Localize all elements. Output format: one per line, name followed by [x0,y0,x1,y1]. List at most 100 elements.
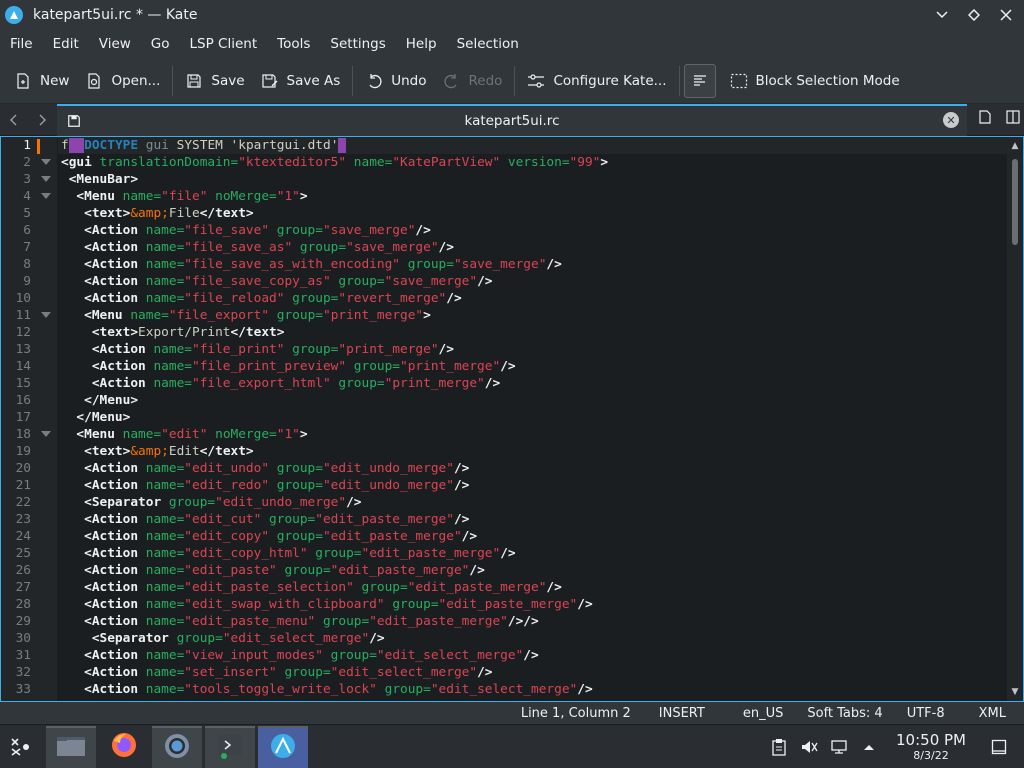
code-line[interactable]: 33 <Action name="tools_toggle_write_lock… [1,681,1007,698]
fold-arrow-icon[interactable] [41,176,51,182]
code-token: name= [346,155,393,170]
code-token: <Action [61,648,139,663]
digital-clock[interactable]: 10:50 PM 8/3/22 [896,732,966,763]
line-text: <Action name="file_save_copy_as" group="… [61,273,492,290]
code-line[interactable]: 16 </Menu> [1,392,1007,409]
new-button[interactable]: New [6,64,77,98]
code-token: "edit_copy" [184,529,270,544]
code-line[interactable]: 20 <Action name="edit_undo" group="edit_… [1,460,1007,477]
menu-selection[interactable]: Selection [447,30,529,58]
text-editor[interactable]: 1 f DOCTYPE gui SYSTEM 'kpartgui.dtd' 2 <g… [0,136,1024,702]
show-desktop-icon[interactable] [988,736,1010,758]
code-line[interactable]: 31 <Action name="view_input_modes" group… [1,647,1007,664]
taskbar-firefox[interactable] [99,726,149,768]
split-view-icon[interactable] [1006,110,1020,128]
code-line[interactable]: 8 <Action name="file_save_as_with_encodi… [1,256,1007,273]
scrollbar-thumb[interactable] [1012,159,1018,245]
code-line[interactable]: 23 <Action name="edit_cut" group="edit_p… [1,511,1007,528]
redo-button[interactable]: Redo [435,64,511,98]
code-line[interactable]: 25 <Action name="edit_copy_html" group="… [1,545,1007,562]
code-line[interactable]: 3 <MenuBar> [1,171,1007,188]
scroll-down-icon[interactable]: ▼ [1010,687,1020,697]
volume-muted-icon[interactable] [798,736,820,758]
code-line[interactable]: 14 <Action name="file_print_preview" gro… [1,358,1007,375]
code-line[interactable]: 1 f DOCTYPE gui SYSTEM 'kpartgui.dtd' [1,137,1007,154]
code-line[interactable]: 12 <text>Export/Print</text> [1,324,1007,341]
taskbar-konsole[interactable] [205,725,255,768]
menu-help[interactable]: Help [396,30,447,58]
code-line[interactable]: 17 </Menu> [1,409,1007,426]
code-line[interactable]: 27 <Action name="edit_paste_selection" g… [1,579,1007,596]
code-line[interactable]: 4 <Menu name="file" noMerge="1"> [1,188,1007,205]
code-line[interactable]: 6 <Action name="file_save" group="save_m… [1,222,1007,239]
undo-button[interactable]: Undo [357,64,434,98]
code-line[interactable]: 5 <text>&amp;File</text> [1,205,1007,222]
word-wrap-toggle[interactable] [683,63,716,98]
menu-tools[interactable]: Tools [267,30,320,58]
code-token: group= [353,580,408,595]
go-forward-button[interactable] [28,104,56,136]
code-line[interactable]: 15 <Action name="file_export_html" group… [1,375,1007,392]
code-line[interactable]: 29 <Action name="edit_paste_menu" group=… [1,613,1007,630]
menu-file[interactable]: File [0,30,43,58]
save-as-button[interactable]: Save As [253,64,349,98]
tab-katepart5ui-rc[interactable]: katepart5ui.rc ✕ [57,104,967,136]
fold-arrow-icon[interactable] [41,159,51,165]
save-button[interactable]: Save [177,64,252,98]
line-number: 12 [15,325,31,340]
code-line[interactable]: 26 <Action name="edit_paste" group="edit… [1,562,1007,579]
block-selection-mode-button[interactable]: Block Selection Mode [722,64,908,98]
maximize-button[interactable] [964,5,984,25]
code-token [68,138,85,153]
vertical-scrollbar[interactable]: ▲ ▼ [1007,137,1023,701]
code-line[interactable]: 7 <Action name="file_save_as" group="sav… [1,239,1007,256]
code-line[interactable]: 28 <Action name="edit_swap_with_clipboar… [1,596,1007,613]
code-line[interactable]: 2 <gui translationDomain="ktexteditor5" n… [1,154,1007,171]
taskbar-chromium[interactable] [152,725,202,768]
close-button[interactable] [996,5,1016,25]
code-token: /> [500,546,516,561]
taskbar-file-manager[interactable] [46,725,96,768]
taskbar-kate[interactable] [258,725,308,768]
dictionary-language[interactable]: en_US [743,706,784,721]
indentation-settings[interactable]: Soft Tabs: 4 [807,706,882,721]
code-line[interactable]: 21 <Action name="edit_redo" group="edit_… [1,477,1007,494]
minimize-button[interactable] [932,5,952,25]
line-number: 14 [15,359,31,374]
input-mode[interactable]: INSERT [659,706,705,721]
fold-arrow-icon[interactable] [41,312,51,318]
new-tab-icon[interactable] [978,110,992,128]
line-number: 3 [23,172,31,187]
code-line[interactable]: 30 <Separator group="edit_select_merge"/… [1,630,1007,647]
fold-arrow-icon[interactable] [41,193,51,199]
menu-lsp-client[interactable]: LSP Client [180,30,268,58]
code-line[interactable]: 32 <Action name="set_insert" group="edit… [1,664,1007,681]
syntax-mode[interactable]: XML [979,706,1006,721]
code-line[interactable]: 19 <text>&amp;Edit</text> [1,443,1007,460]
menu-go[interactable]: Go [141,30,180,58]
configure-kate-button[interactable]: Configure Kate... [519,64,674,98]
application-launcher[interactable] [0,725,40,768]
file-encoding[interactable]: UTF-8 [907,706,945,721]
code-line[interactable]: 22 <Separator group="edit_undo_merge"/> [1,494,1007,511]
menu-settings[interactable]: Settings [320,30,395,58]
title-bar[interactable]: katepart5ui.rc * — Kate [0,0,1024,30]
menu-view[interactable]: View [89,30,141,58]
clipboard-icon[interactable] [768,736,790,758]
code-line[interactable]: 24 <Action name="edit_copy" group="edit_… [1,528,1007,545]
code-line[interactable]: 13 <Action name="file_print" group="prin… [1,341,1007,358]
open-button[interactable]: Open... [77,64,168,98]
code-token: group= [261,512,316,527]
cursor-position[interactable]: Line 1, Column 2 [521,706,631,721]
close-tab-icon[interactable]: ✕ [943,112,959,128]
network-icon[interactable] [828,736,850,758]
go-back-button[interactable] [0,104,28,136]
code-line[interactable]: 11 <Menu name="file_export" group="print… [1,307,1007,324]
scroll-up-icon[interactable]: ▲ [1010,141,1020,151]
menu-edit[interactable]: Edit [43,30,89,58]
code-line[interactable]: 9 <Action name="file_save_copy_as" group… [1,273,1007,290]
expand-tray-icon[interactable] [858,736,880,758]
code-line[interactable]: 10 <Action name="file_reload" group="rev… [1,290,1007,307]
fold-arrow-icon[interactable] [41,431,51,437]
code-line[interactable]: 18 <Menu name="edit" noMerge="1"> [1,426,1007,443]
